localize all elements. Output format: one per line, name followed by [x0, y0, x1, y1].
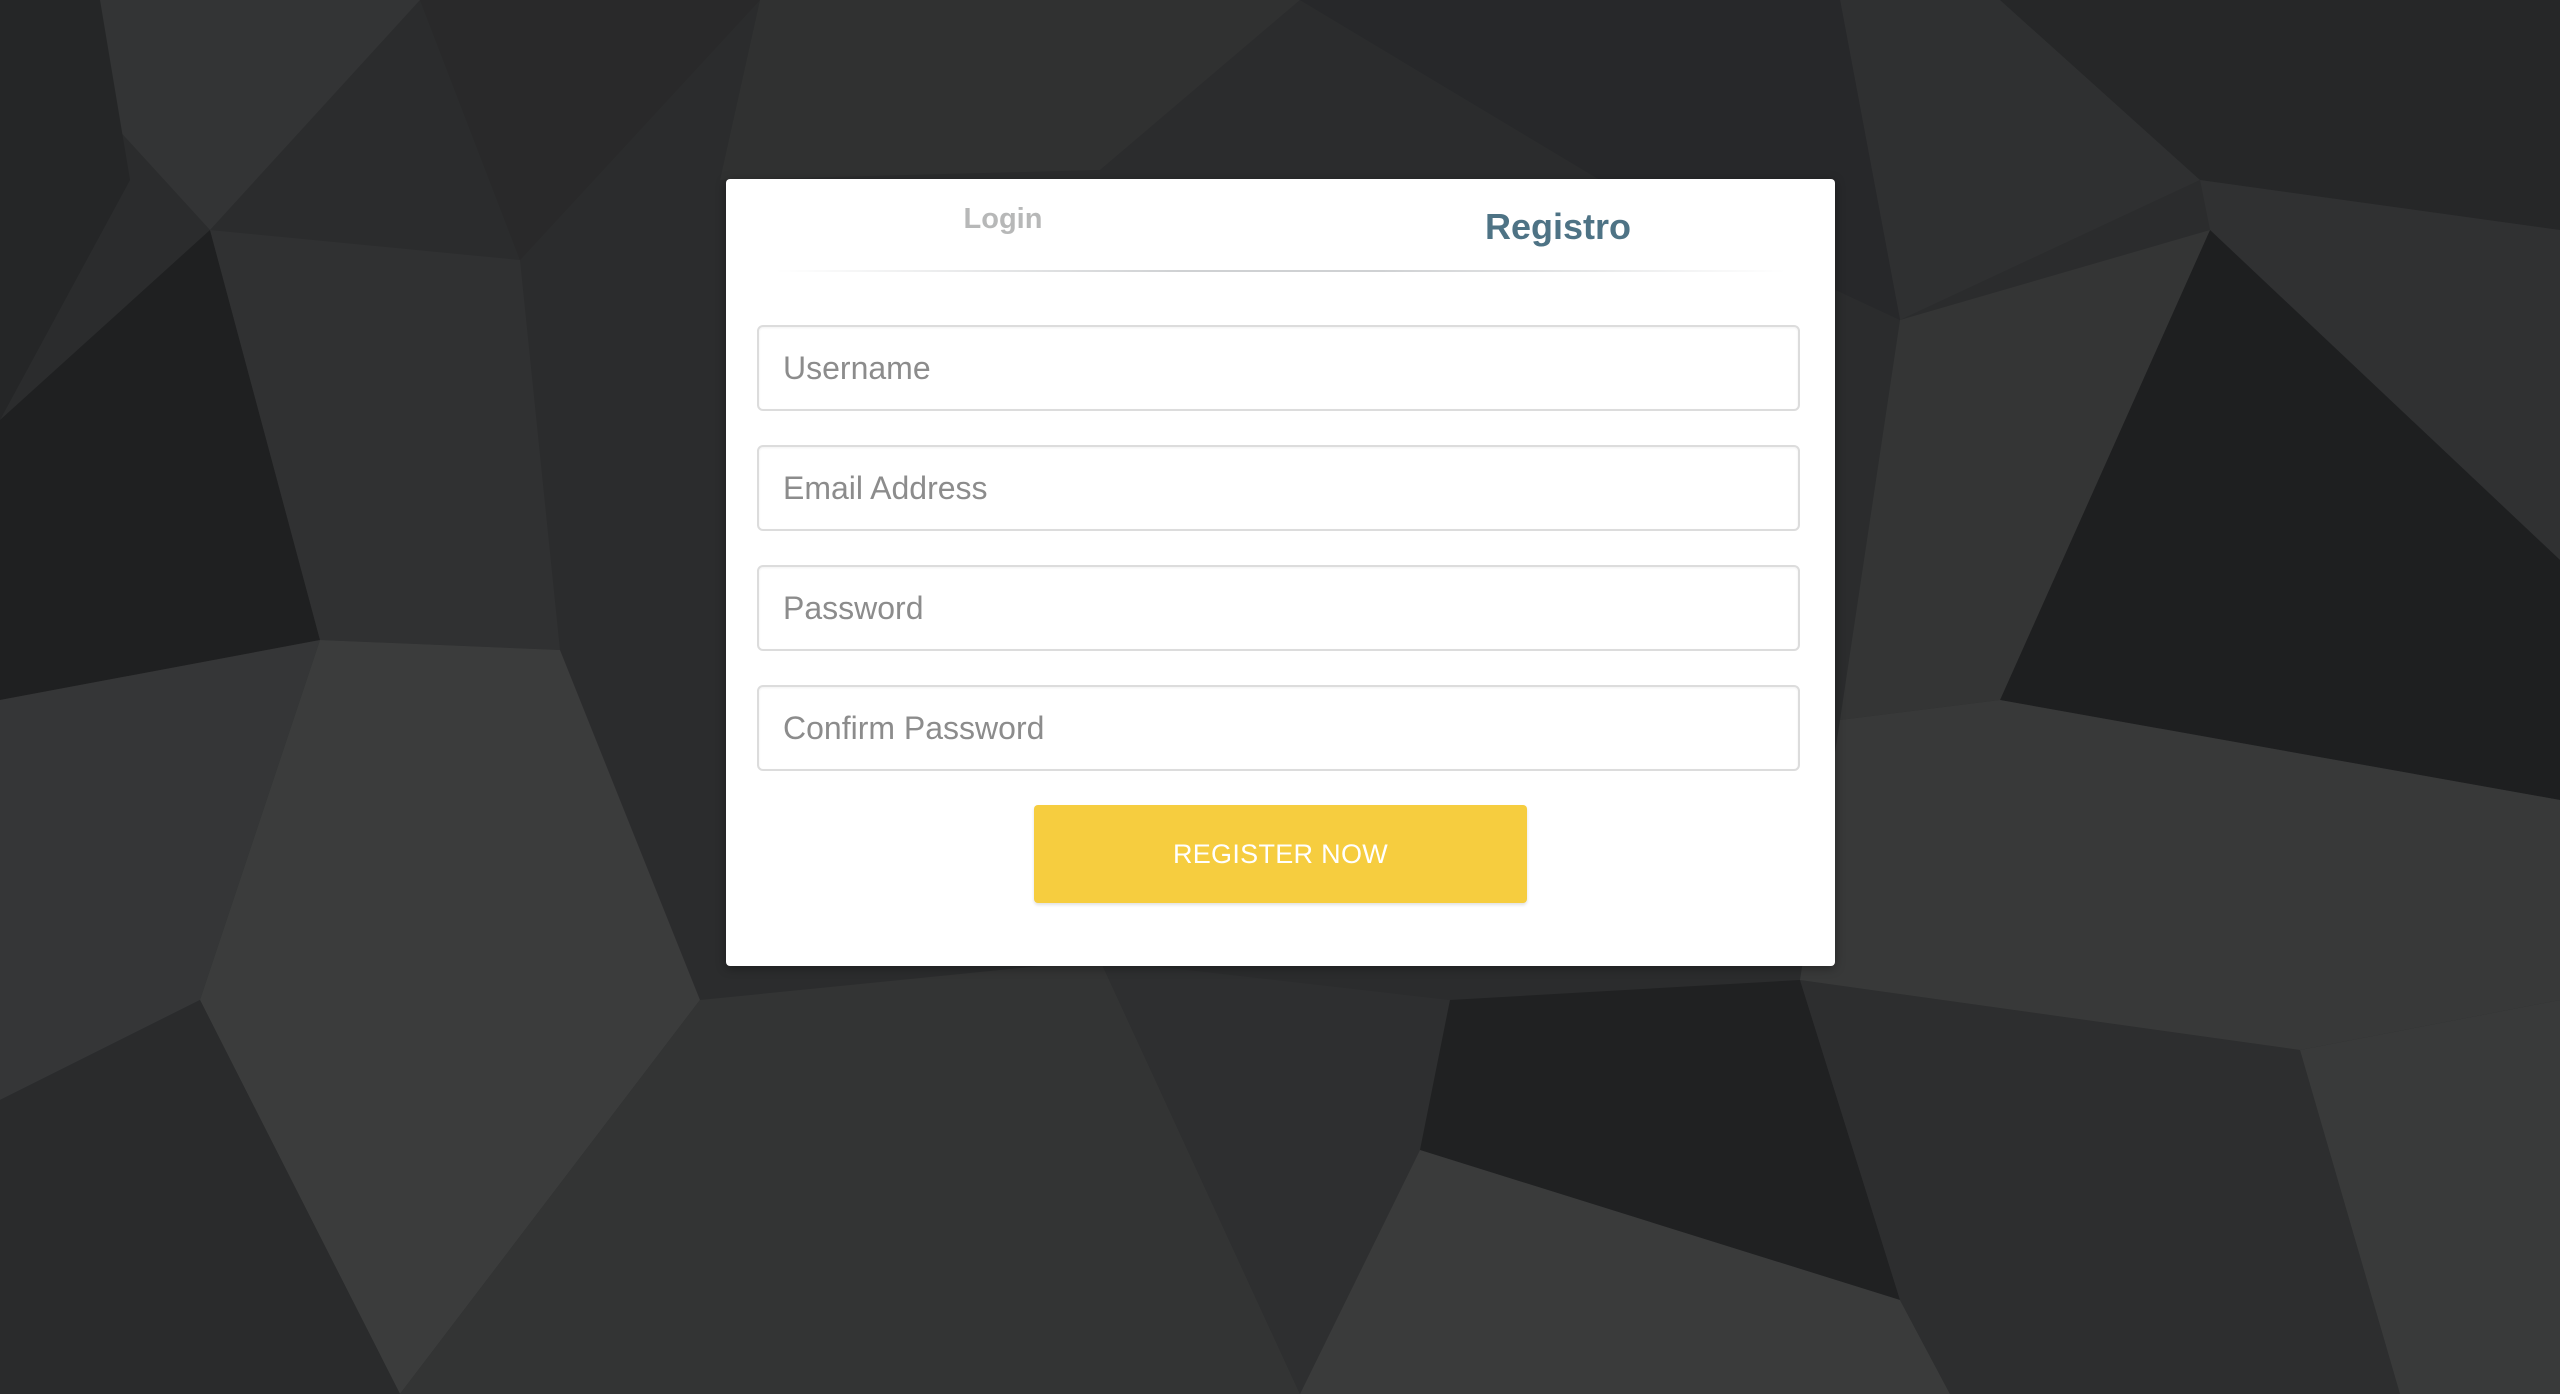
tab-login[interactable]: Login — [726, 179, 1280, 273]
tab-register[interactable]: Registro — [1281, 179, 1835, 273]
auth-tabs: Login Registro — [726, 179, 1835, 273]
tab-register-label: Registro — [1484, 206, 1632, 247]
username-input[interactable] — [757, 325, 1800, 411]
tab-divider — [776, 270, 1786, 272]
tab-login-label: Login — [963, 203, 1043, 235]
password-input[interactable] — [757, 565, 1800, 651]
email-input[interactable] — [757, 445, 1800, 531]
confirm-password-input[interactable] — [757, 685, 1800, 771]
register-now-button[interactable]: REGISTER NOW — [1034, 805, 1527, 903]
register-card: Login Registro REGISTER NOW — [726, 179, 1835, 966]
